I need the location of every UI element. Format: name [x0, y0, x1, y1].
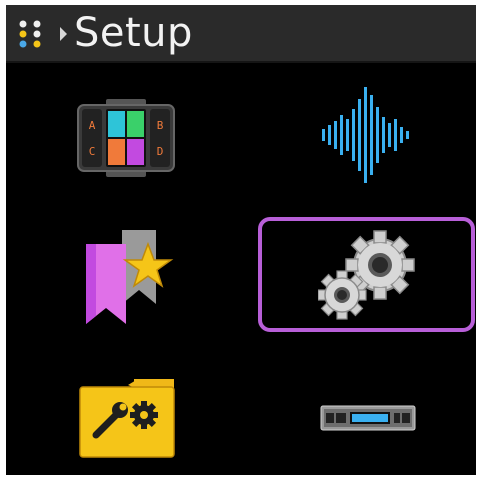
waveform-icon [322, 87, 409, 183]
chevron-right-icon [60, 27, 67, 41]
page-title: Setup [74, 10, 193, 56]
menu-item-scenes[interactable]: A B C D [26, 85, 226, 205]
menu-item-favorites[interactable] [26, 220, 226, 335]
menu-item-audio[interactable] [266, 85, 466, 205]
gears-icon [318, 230, 415, 320]
header-bar: Setup [6, 5, 476, 63]
grid-dots-icon[interactable] [16, 19, 46, 49]
bookmark-star-icon [86, 230, 174, 324]
pad-label-a: A [89, 119, 96, 132]
folder-tools-icon [79, 379, 175, 458]
pad-label-d: D [157, 145, 164, 158]
pad-label-b: B [157, 119, 164, 132]
pad-label-c: C [89, 145, 96, 158]
rack-unit-icon [320, 405, 416, 431]
menu-item-tools[interactable] [26, 365, 226, 465]
menu-item-settings[interactable] [258, 217, 475, 332]
setup-screen: Setup A B C D [6, 5, 476, 475]
pad-controller-icon: A B C D [77, 99, 175, 177]
menu-item-device[interactable] [266, 365, 466, 465]
